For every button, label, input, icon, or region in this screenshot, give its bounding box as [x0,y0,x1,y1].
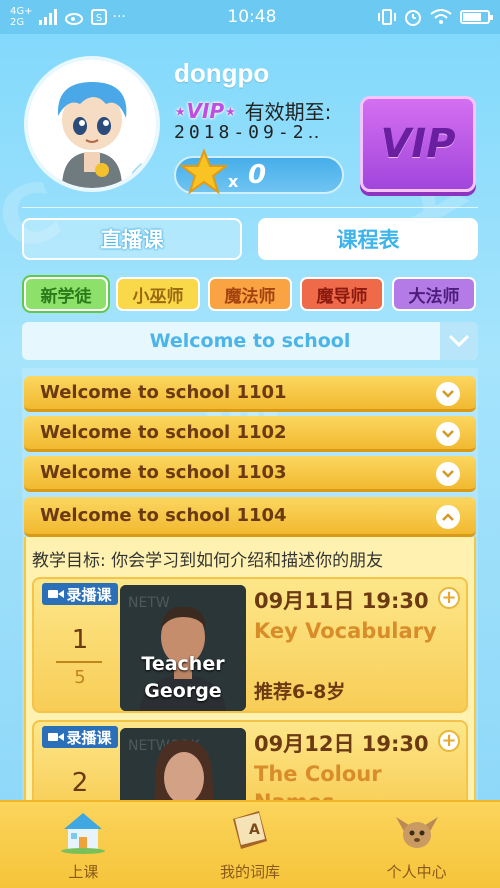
nav-profile-label: 个人中心 [386,863,447,881]
star-count: 0 [248,160,267,190]
chevron-down-icon [442,470,454,478]
video-camera-icon [48,733,65,741]
lesson-age-range: 推荐6-8岁 [254,681,346,703]
lesson-total: 5 [74,667,86,688]
svg-text:NETW: NETW [128,595,170,611]
star-counter: x 0 [174,148,344,195]
avatar[interactable] [24,56,160,192]
star-multiplier: x [228,172,239,191]
teacher-thumbnail[interactable]: NETWORK [120,728,246,810]
signal-icon [38,9,57,25]
username: dongpo [174,58,270,88]
school-house-icon [61,813,106,854]
level-mage-master[interactable]: 魔导师 [300,277,384,311]
creature-mascot-icon [395,817,438,848]
teacher-photo: NETWORK [120,728,246,810]
course-selector-value: Welcome to school [149,330,351,352]
app-notification-icon: S [90,9,107,25]
more-notifications-icon: ··· [112,8,126,25]
bottom-nav: 上课 A 我的词库 个人中心 [0,800,500,888]
level-archmage[interactable]: 大法师 [392,277,476,311]
unit-collapse-toggle[interactable] [436,505,460,529]
lesson-number: 1 [71,625,89,655]
teacher-thumbnail[interactable]: NETW Teacher George [120,585,246,711]
status-right [377,8,493,26]
lesson-number: 2 [71,768,89,798]
lesson-fraction-line [56,661,102,663]
recorded-badge-label: 录播课 [66,728,112,747]
unit-row-1103[interactable]: Welcome to school 1103 [24,456,476,492]
nav-vocab-label: 我的词库 [220,863,281,881]
recorded-badge: 录播课 [42,583,118,605]
unit-title: Welcome to school 1101 [40,382,287,403]
unit-title: Welcome to school 1102 [40,422,287,443]
star-icon [180,148,228,195]
weibo-icon [64,13,83,25]
svg-text:A: A [249,822,260,838]
unit-row-1102[interactable]: Welcome to school 1102 [24,416,476,452]
chevron-down-icon [448,334,470,348]
vip-expiry-date: 2018-09-2‥ [174,122,324,143]
wifi-icon [430,9,452,24]
lesson-time: 09月11日 19:30 [254,589,429,613]
recorded-badge: 录播课 [42,726,118,748]
course-dropdown[interactable] [440,322,478,360]
svg-text:S: S [95,13,101,24]
add-lesson-button[interactable]: + [438,730,460,752]
unit-title: Welcome to school 1104 [40,505,287,526]
chevron-down-icon [442,390,454,398]
vip-button[interactable]: VIP [360,96,476,192]
vip-tag: ⋆VIP⋆ [174,98,237,123]
header-divider [22,207,478,208]
edit-pencil-icon[interactable] [130,162,146,178]
alarm-icon [404,10,421,26]
unit-expand-toggle[interactable] [436,462,460,486]
vip-row: ⋆VIP⋆ 有效期至: [174,96,331,125]
tab-live-class[interactable]: 直播课 [22,218,242,260]
vibrate-icon [377,9,396,25]
recorded-badge-label: 录播课 [66,585,112,604]
unit-row-1101[interactable]: Welcome to school 1101 [24,376,476,412]
level-filter-bar: 新学徒 小巫师 魔法师 魔导师 大法师 [24,277,476,313]
vip-tag-text: VIP [186,98,225,123]
teacher-name: Teacher George [141,653,225,702]
book-icon: A [233,811,267,849]
course-selector[interactable]: Welcome to school [22,322,478,360]
network-top-label: 4G+ [10,6,33,17]
unit-expand-toggle[interactable] [436,422,460,446]
status-bar: 4G+ 2G S ··· 10:48 [0,0,500,34]
tab-schedule[interactable]: 课程表 [258,218,478,260]
video-camera-icon [48,590,65,598]
add-lesson-button[interactable]: + [438,587,460,609]
unit-row-1104[interactable]: Welcome to school 1104 [24,497,476,537]
network-indicator: 4G+ 2G [10,6,33,28]
lesson-card[interactable]: 录播课 1 5 NETW Teacher George 09月11日 19:30… [32,577,468,713]
status-left: 4G+ 2G S ··· [10,6,126,28]
nav-class-label: 上课 [68,863,99,881]
battery-icon [459,10,493,24]
unit-expand-toggle[interactable] [436,382,460,406]
unit-title: Welcome to school 1103 [40,462,287,483]
nav-vocab[interactable]: A 我的词库 [167,802,334,888]
vip-valid-label: 有效期至: [244,100,332,124]
nav-class[interactable]: 上课 [0,802,167,888]
lesson-title: Key Vocabulary [254,619,437,643]
level-novice[interactable]: 新学徒 [24,277,108,311]
chevron-up-icon [442,513,454,521]
nav-profile[interactable]: 个人中心 [333,802,500,888]
unit-learning-goal: 教学目标: 你会学习到如何介绍和描述你的朋友 [32,551,384,571]
chevron-down-icon [442,430,454,438]
lesson-card[interactable]: 录播课 2 NETWORK 09月12日 19:30 The Colour Na… [32,720,468,810]
level-magician[interactable]: 魔法师 [208,277,292,311]
network-bottom-label: 2G [10,17,25,28]
status-time: 10:48 [227,7,277,27]
lesson-time: 09月12日 19:30 [254,732,429,756]
level-little-wizard[interactable]: 小巫师 [116,277,200,311]
